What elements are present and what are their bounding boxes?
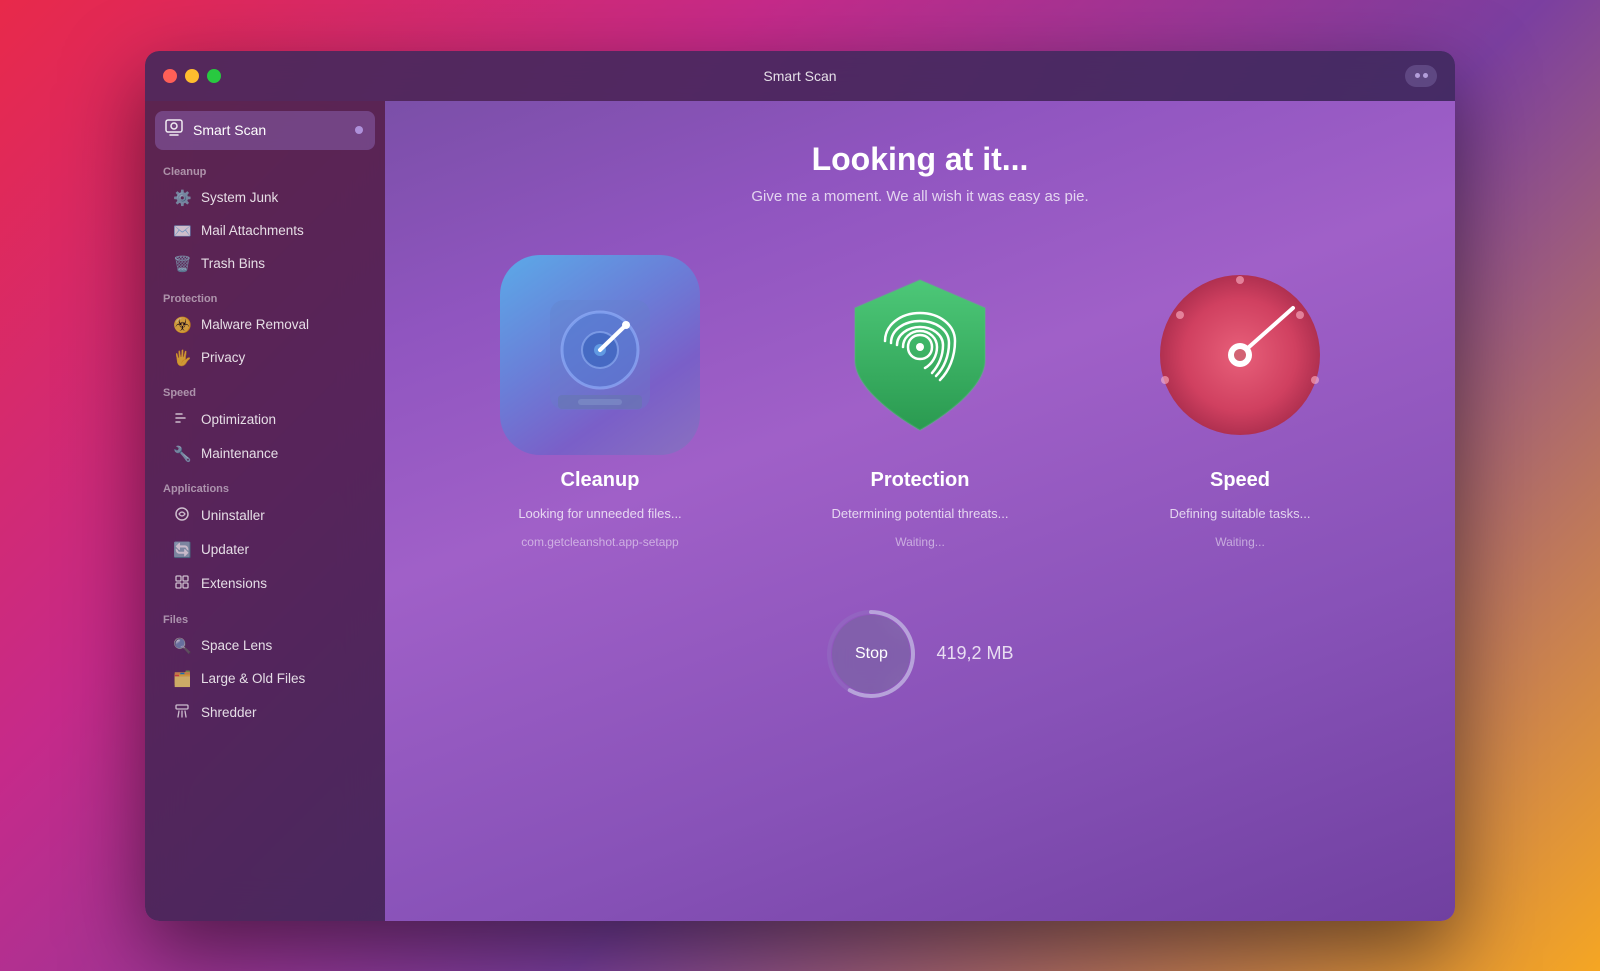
- sidebar-label: Trash Bins: [201, 256, 265, 271]
- section-label-applications: Applications: [145, 471, 385, 499]
- sidebar-label: Space Lens: [201, 638, 272, 653]
- main-panel: Looking at it... Give me a moment. We al…: [385, 101, 1455, 921]
- sidebar-label: Mail Attachments: [201, 223, 304, 238]
- sidebar-item-updater[interactable]: 🔄 Updater: [155, 534, 375, 566]
- sidebar-label: Uninstaller: [201, 508, 265, 523]
- sidebar-item-trash-bins[interactable]: 🗑️ Trash Bins: [155, 248, 375, 280]
- cleanup-card: Cleanup Looking for unneeded files... co…: [460, 255, 740, 549]
- privacy-icon: 🖐️: [173, 349, 191, 367]
- sidebar-item-shredder[interactable]: Shredder: [155, 696, 375, 730]
- more-options-button[interactable]: [1405, 65, 1437, 87]
- cleanup-card-icon: [500, 255, 700, 455]
- sidebar-label: Malware Removal: [201, 317, 309, 332]
- traffic-lights: [163, 69, 221, 83]
- titlebar: Smart Scan: [145, 51, 1455, 101]
- protection-card: Protection Determining potential threats…: [780, 255, 1060, 549]
- large-files-icon: 🗂️: [173, 670, 191, 688]
- extensions-icon: [173, 574, 191, 594]
- main-content: Smart Scan Cleanup ⚙️ System Junk ✉️ Mai…: [145, 101, 1455, 921]
- sidebar-item-system-junk[interactable]: ⚙️ System Junk: [155, 182, 375, 214]
- protection-card-detail: Waiting...: [895, 535, 945, 549]
- protection-card-title: Protection: [871, 469, 970, 492]
- sidebar-item-mail-attachments[interactable]: ✉️ Mail Attachments: [155, 215, 375, 247]
- updater-icon: 🔄: [173, 541, 191, 559]
- sidebar: Smart Scan Cleanup ⚙️ System Junk ✉️ Mai…: [145, 101, 385, 921]
- active-indicator: [355, 126, 363, 134]
- sidebar-item-extensions[interactable]: Extensions: [155, 567, 375, 601]
- cleanup-card-title: Cleanup: [561, 469, 640, 492]
- protection-card-status: Determining potential threats...: [831, 506, 1008, 521]
- size-label: 419,2 MB: [936, 643, 1013, 664]
- sidebar-label: Maintenance: [201, 446, 278, 461]
- uninstaller-icon: [173, 506, 191, 526]
- malware-icon: ☣️: [173, 316, 191, 334]
- close-button[interactable]: [163, 69, 177, 83]
- main-title: Looking at it...: [812, 141, 1029, 178]
- sidebar-label: Updater: [201, 542, 249, 557]
- sidebar-label: Shredder: [201, 705, 257, 720]
- cleanup-card-detail: com.getcleanshot.app-setapp: [521, 535, 678, 549]
- speed-card-icon: [1140, 255, 1340, 455]
- speed-card-detail: Waiting...: [1215, 535, 1265, 549]
- trash-icon: 🗑️: [173, 255, 191, 273]
- sidebar-item-space-lens[interactable]: 🔍 Space Lens: [155, 630, 375, 662]
- space-lens-icon: 🔍: [173, 637, 191, 655]
- sidebar-item-label: Smart Scan: [193, 122, 266, 138]
- cards-row: Cleanup Looking for unneeded files... co…: [460, 255, 1380, 549]
- speed-card-status: Defining suitable tasks...: [1170, 506, 1311, 521]
- section-label-cleanup: Cleanup: [145, 154, 385, 182]
- window-title: Smart Scan: [763, 68, 836, 84]
- app-window: Smart Scan Smart Scan Cleanu: [145, 51, 1455, 921]
- sidebar-item-malware-removal[interactable]: ☣️ Malware Removal: [155, 309, 375, 341]
- system-junk-icon: ⚙️: [173, 189, 191, 207]
- speed-card: Speed Defining suitable tasks... Waiting…: [1100, 255, 1380, 549]
- cleanup-card-status: Looking for unneeded files...: [518, 506, 681, 521]
- dot-icon: [1423, 73, 1428, 78]
- stop-button-container: Stop: [826, 609, 916, 699]
- section-label-protection: Protection: [145, 281, 385, 309]
- sidebar-item-large-old-files[interactable]: 🗂️ Large & Old Files: [155, 663, 375, 695]
- section-label-files: Files: [145, 602, 385, 630]
- optimization-icon: [173, 410, 191, 430]
- section-label-speed: Speed: [145, 375, 385, 403]
- maximize-button[interactable]: [207, 69, 221, 83]
- sidebar-item-maintenance[interactable]: 🔧 Maintenance: [155, 438, 375, 470]
- mail-icon: ✉️: [173, 222, 191, 240]
- stop-button[interactable]: Stop: [832, 615, 910, 693]
- sidebar-label: Privacy: [201, 350, 245, 365]
- protection-card-icon: [820, 255, 1020, 455]
- sidebar-item-smart-scan[interactable]: Smart Scan: [155, 111, 375, 150]
- stop-area: Stop 419,2 MB: [826, 609, 1013, 699]
- sidebar-item-uninstaller[interactable]: Uninstaller: [155, 499, 375, 533]
- smart-scan-icon: [165, 119, 183, 142]
- minimize-button[interactable]: [185, 69, 199, 83]
- sidebar-label: Optimization: [201, 412, 276, 427]
- sidebar-label: Large & Old Files: [201, 671, 305, 686]
- maintenance-icon: 🔧: [173, 445, 191, 463]
- sidebar-item-privacy[interactable]: 🖐️ Privacy: [155, 342, 375, 374]
- sidebar-label: System Junk: [201, 190, 278, 205]
- shredder-icon: [173, 703, 191, 723]
- speed-card-title: Speed: [1210, 469, 1270, 492]
- main-subtitle: Give me a moment. We all wish it was eas…: [751, 188, 1088, 205]
- sidebar-label: Extensions: [201, 576, 267, 591]
- dot-icon: [1415, 73, 1420, 78]
- sidebar-item-optimization[interactable]: Optimization: [155, 403, 375, 437]
